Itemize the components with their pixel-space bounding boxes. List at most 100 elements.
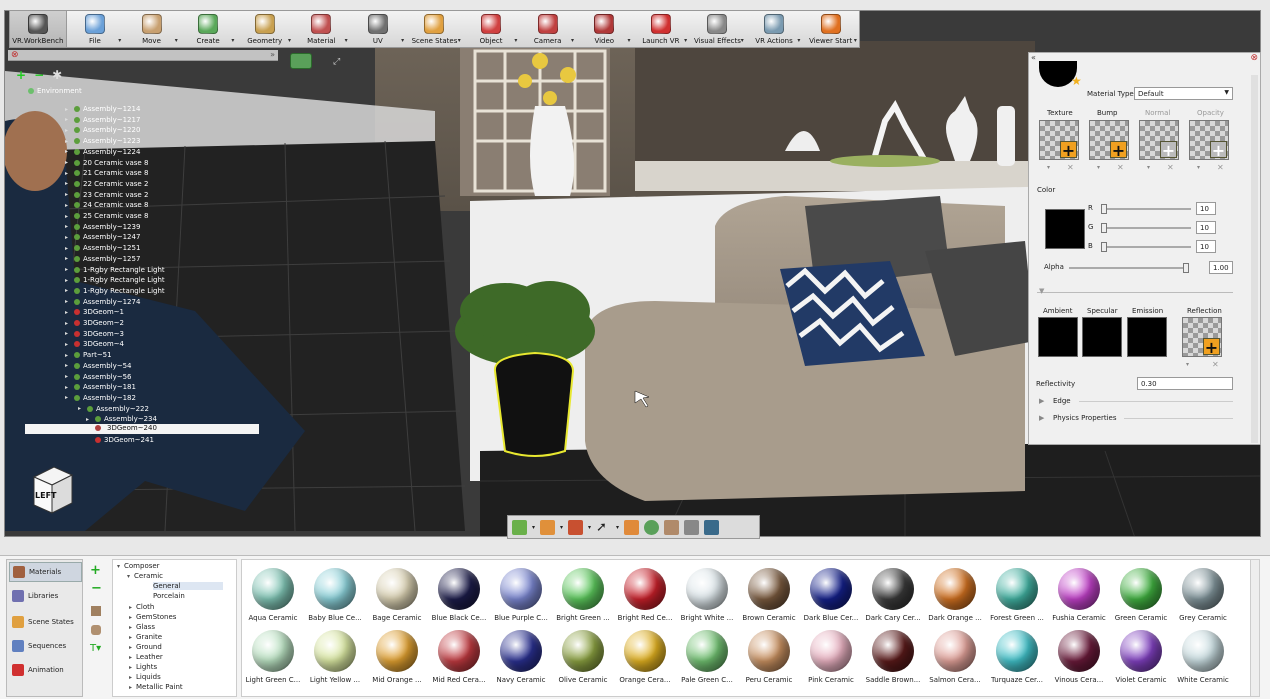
clear-map-icon[interactable]: ✕ [1167, 163, 1174, 172]
toolbar-create-button[interactable]: Create ▾ [180, 11, 237, 47]
expand-arrow-icon[interactable]: ▸ [65, 341, 71, 348]
expand-arrow-icon[interactable]: ▸ [65, 245, 71, 252]
tree-selected-row[interactable]: 3DGeom~240 [25, 424, 259, 434]
expand-arrow-icon[interactable]: ▸ [129, 654, 132, 661]
panel-back-icon[interactable]: « [1031, 53, 1036, 62]
color-swatch[interactable] [1045, 209, 1085, 249]
toolbar-launch-vr-button[interactable]: Launch VR ▾ [633, 11, 690, 47]
material-swatch[interactable]: Aqua Ceramic [242, 564, 304, 624]
tree-item[interactable]: ▸ Assembly~181 [65, 382, 136, 392]
tree-item[interactable]: ▸ 3DGeom~4 [65, 339, 124, 349]
tree-item[interactable]: ▸ Assembly~1274 [65, 297, 140, 307]
expand-arrow-icon[interactable]: ▸ [65, 159, 71, 166]
slot-bump-map[interactable]: + [1089, 120, 1129, 160]
category-item[interactable]: ▸ Lights [129, 663, 157, 671]
slot-dropdown-icon[interactable]: ▾ [1197, 164, 1200, 171]
nav-sequences[interactable]: Sequences [9, 636, 82, 656]
toolbar-camera-button[interactable]: Camera ▾ [519, 11, 576, 47]
channel-b-input[interactable]: 10 [1196, 240, 1216, 253]
material-swatch[interactable]: Blue Black Ce... [428, 564, 490, 624]
toolbar-vr-actions-button[interactable]: VR Actions ▾ [746, 11, 803, 47]
plane-view-icon[interactable] [540, 519, 556, 535]
swatch-specular[interactable] [1082, 317, 1122, 357]
tree-item[interactable]: ▸ 22 Ceramic vase 2 [65, 179, 148, 189]
edge-section[interactable]: ▶ Edge [1039, 396, 1233, 406]
tree-item[interactable]: ▸ 3DGeom~3 [65, 329, 124, 339]
toolbar-uv-button[interactable]: UV ▾ [350, 11, 407, 47]
expand-arrow-icon[interactable]: ▸ [65, 127, 71, 134]
tree-item[interactable]: ▸ 1-Rgby Rectangle Light [65, 286, 165, 296]
material-swatch[interactable]: Pale Green C... [676, 626, 738, 686]
expand-arrow-icon[interactable]: ▸ [129, 684, 132, 691]
remove-node-icon[interactable]: − [34, 68, 44, 82]
material-swatch[interactable]: Salmon Cera... [924, 626, 986, 686]
material-swatch[interactable]: Baby Blue Ce... [304, 564, 366, 624]
add-map-icon[interactable]: + [1060, 141, 1077, 159]
expand-arrow-icon[interactable]: ▸ [65, 394, 71, 401]
slot-texture-map[interactable]: + [1039, 120, 1079, 160]
expand-arrow-icon[interactable]: ▸ [65, 266, 71, 273]
expand-arrow-icon[interactable]: ▸ [129, 614, 132, 621]
category-item[interactable]: ▸ Cloth [129, 603, 154, 611]
toolbar-material-button[interactable]: Material ▾ [293, 11, 350, 47]
tree-item[interactable]: ▸ Assembly~1239 [65, 222, 140, 232]
material-swatch[interactable]: Bage Ceramic [366, 564, 428, 624]
navigation-cube[interactable]: LEFT [28, 465, 74, 515]
zoom-icon[interactable] [644, 519, 660, 535]
category-item[interactable]: ▸ Liquids [129, 673, 161, 681]
tree-item[interactable]: ▸ 24 Ceramic vase 8 [65, 200, 148, 210]
material-swatch[interactable]: Light Green C... [242, 626, 304, 686]
material-swatch[interactable]: Dark Blue Cer... [800, 564, 862, 624]
expand-arrow-icon[interactable]: ▾ [127, 573, 130, 580]
screenshot-icon[interactable] [704, 519, 720, 535]
material-swatch[interactable]: Vinous Cera... [1048, 626, 1110, 686]
expand-arrow-icon[interactable]: ▸ [129, 634, 132, 641]
toolbar-move-button[interactable]: Move ▾ [123, 11, 180, 47]
slot-opacity-map[interactable]: + [1189, 120, 1229, 160]
slot-dropdown-icon[interactable]: ▾ [1186, 361, 1189, 368]
material-swatch[interactable]: Dark Orange ... [924, 564, 986, 624]
category-ceramic[interactable]: ▾ Ceramic [127, 572, 163, 580]
tree-item[interactable]: ▸ 23 Ceramic vase 2 [65, 190, 148, 200]
tree-item[interactable]: ▸ Assembly~1217 [65, 115, 140, 125]
tree-item[interactable]: ▸ Assembly~1223 [65, 136, 140, 146]
expand-arrow-icon[interactable]: ▸ [65, 223, 71, 230]
expand-arrow-icon[interactable]: ▾ [117, 563, 120, 570]
expand-arrow-icon[interactable]: ▸ [65, 234, 71, 241]
panel-close-icon[interactable]: ⊗ [1250, 53, 1258, 63]
toolbar-visual-effects-button[interactable]: Visual Effects ▾ [689, 11, 746, 47]
tree-item[interactable]: ▸ 1-Rgby Rectangle Light [65, 275, 165, 285]
close-icon[interactable]: ⊗ [11, 50, 19, 60]
category-item[interactable]: ▸ Leather [129, 653, 163, 661]
swatch-reflection-map[interactable]: + [1182, 317, 1222, 357]
tree-item[interactable]: ▸ Assembly~1220 [65, 125, 140, 135]
clear-map-icon[interactable]: ✕ [1217, 163, 1224, 172]
toolbar-viewer-start-button[interactable]: Viewer Start ▾ [802, 11, 859, 47]
nav-libraries[interactable]: Libraries [9, 586, 82, 606]
expand-arrow-icon[interactable]: ▸ [65, 148, 71, 155]
category-porcelain[interactable]: Porcelain [153, 592, 185, 600]
tree-item[interactable]: ▸ 20 Ceramic vase 8 [65, 158, 148, 168]
favorite-star-icon[interactable]: ★ [1071, 74, 1082, 88]
channel-r-slider[interactable] [1101, 204, 1191, 214]
toolbar-scene-states-button[interactable]: Scene States ▾ [406, 11, 463, 47]
expand-arrow-icon[interactable]: ▸ [65, 138, 71, 145]
tree-item[interactable]: ▸ Assembly~1224 [65, 147, 140, 157]
material-swatch[interactable]: Fushia Ceramic [1048, 564, 1110, 624]
grid-scrollbar[interactable] [1250, 560, 1259, 696]
material-swatch[interactable]: Orange Cera... [614, 626, 676, 686]
tree-item[interactable]: ▸ 3DGeom~1 [65, 307, 124, 317]
tree-item[interactable]: ▸ Assembly~182 [65, 393, 136, 403]
channel-r-input[interactable]: 10 [1196, 202, 1216, 215]
expand-arrow-icon[interactable]: ▸ [65, 298, 71, 305]
tree-item[interactable]: ▸ Part~51 [65, 350, 112, 360]
clear-map-icon[interactable]: ✕ [1212, 360, 1219, 369]
add-map-icon[interactable]: + [1203, 338, 1220, 356]
swatch-ambient[interactable] [1038, 317, 1078, 357]
material-swatch[interactable]: Dark Cary Cer... [862, 564, 924, 624]
tree-item[interactable]: ▸ Assembly~1251 [65, 243, 140, 253]
alpha-slider[interactable] [1069, 263, 1189, 273]
channel-g-input[interactable]: 10 [1196, 221, 1216, 234]
toolbar-file-button[interactable]: File ▾ [67, 11, 124, 47]
nav-animation[interactable]: Animation [9, 660, 82, 680]
